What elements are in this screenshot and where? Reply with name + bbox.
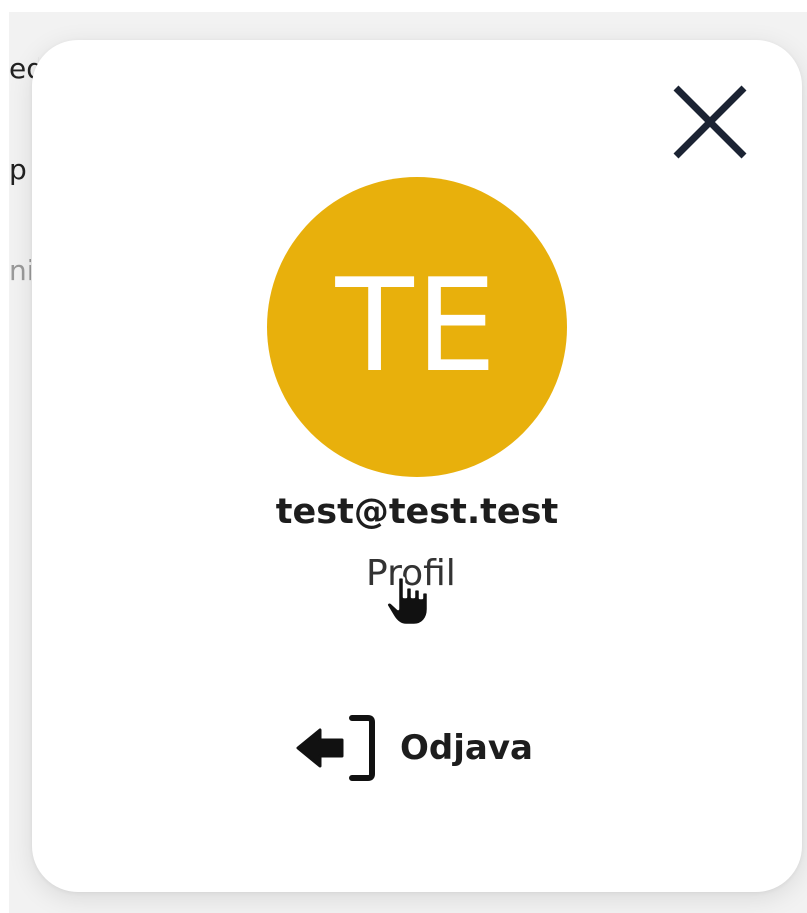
close-icon	[673, 85, 747, 159]
background-text-fragment: ni	[9, 254, 31, 287]
logout-button[interactable]: Odjava	[296, 712, 533, 784]
profile-link[interactable]: Profil	[366, 553, 456, 594]
close-button[interactable]	[662, 74, 758, 170]
user-email: test@test.test	[275, 492, 559, 532]
logout-label: Odjava	[400, 728, 533, 768]
avatar: TE	[267, 177, 567, 477]
avatar-initials: TE	[335, 252, 499, 401]
logout-icon	[296, 715, 375, 781]
